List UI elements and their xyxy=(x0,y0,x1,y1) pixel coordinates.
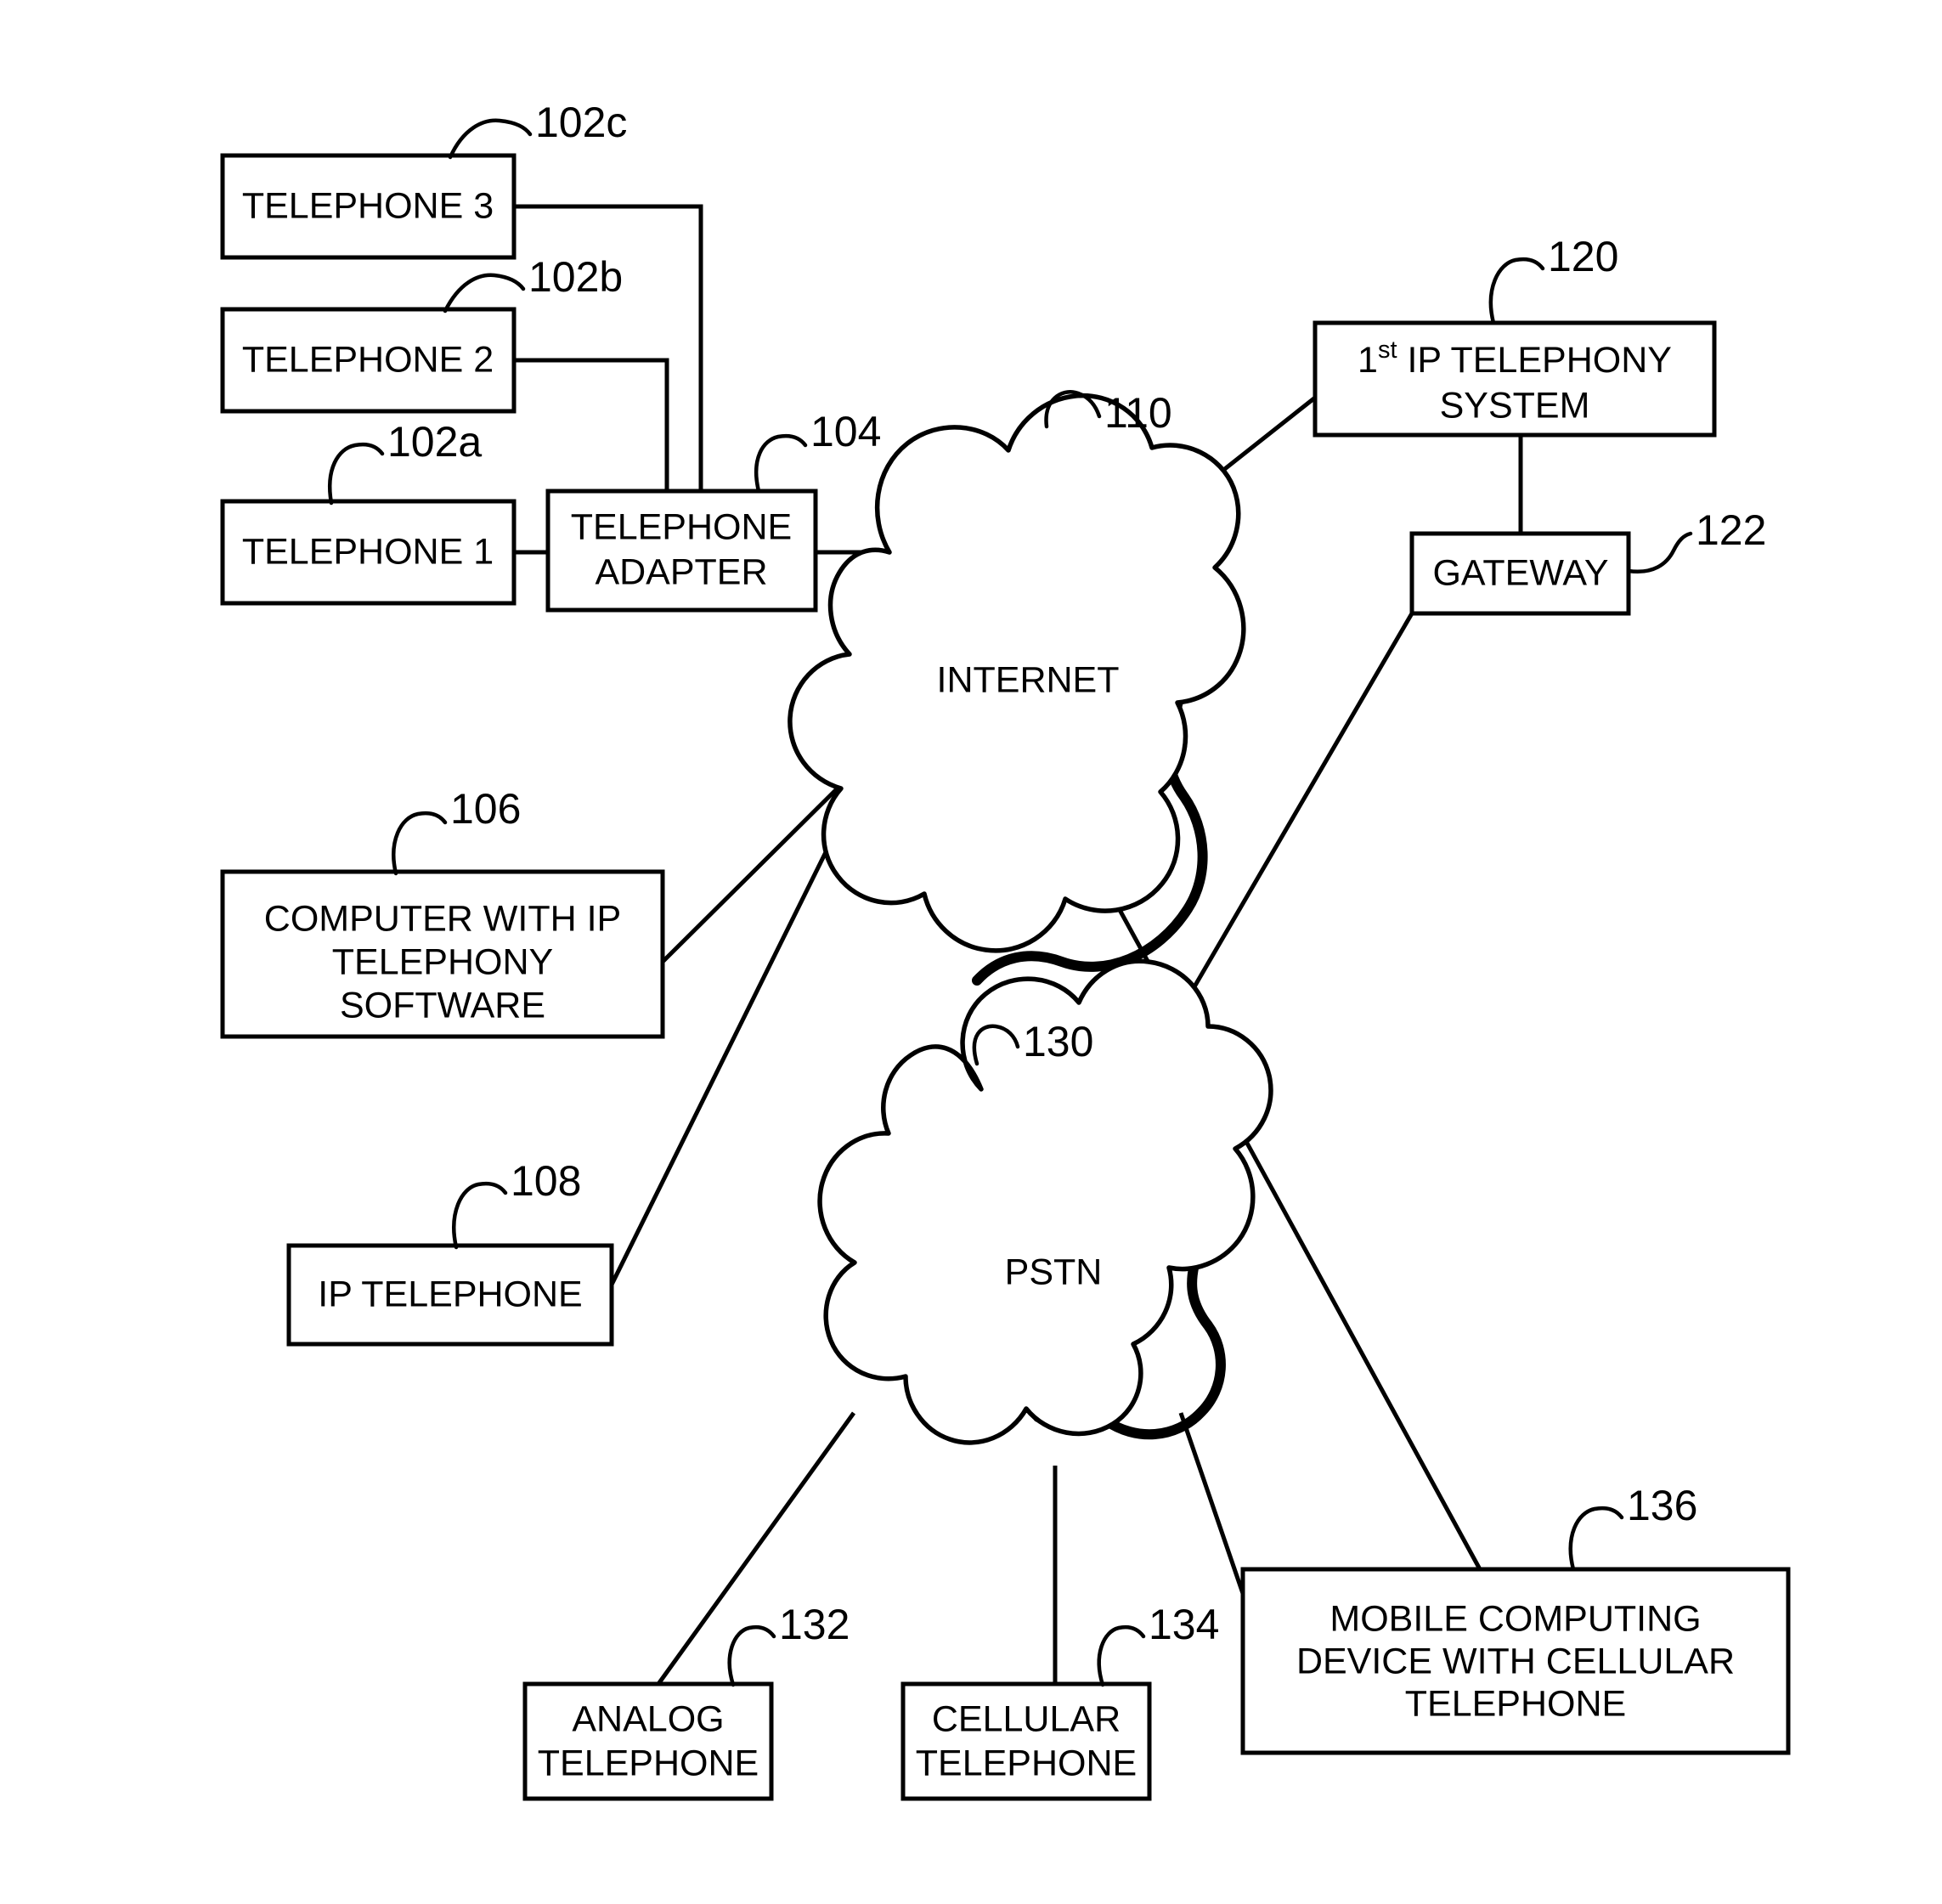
ref-136-label: 136 xyxy=(1627,1482,1697,1529)
ref-102c-leader-line xyxy=(448,118,533,160)
mobile-device-label-line3: TELEPHONE xyxy=(1405,1683,1626,1724)
ref-102a-group: 102a xyxy=(328,418,482,506)
ref-122-leader-line xyxy=(1626,531,1693,574)
ref-102b-leader-line xyxy=(443,273,526,314)
mobile-device-label-line2: DEVICE WITH CELLULAR xyxy=(1296,1641,1735,1681)
ref-108-leader-line xyxy=(452,1181,508,1250)
telephone1-label: TELEPHONE 1 xyxy=(242,531,494,572)
telephone3-label: TELEPHONE 3 xyxy=(242,185,494,226)
node-cellular-telephone[interactable]: CELLULAR TELEPHONE xyxy=(900,1681,1152,1801)
ref-120-leader-line xyxy=(1488,257,1545,325)
figure-canvas: INTERNET 110 PSTN 130 TELEPHONE 3 102c T… xyxy=(0,0,1942,1904)
ref-136-leader-line xyxy=(1568,1506,1624,1572)
internet-cloud: INTERNET xyxy=(788,393,1246,986)
computer-label-line1: COMPUTER WITH IP xyxy=(264,898,621,939)
analog-telephone-label-line1: ANALOG xyxy=(572,1698,724,1739)
link-telephone3-to-adapter xyxy=(514,204,703,491)
ref-110-label: 110 xyxy=(1104,389,1172,437)
ref-102b-group: 102b xyxy=(443,253,623,314)
ref-134-group: 134 xyxy=(1097,1601,1219,1687)
ip-telephony-system-label-rest: IP TELEPHONY xyxy=(1397,340,1672,381)
ref-108-group: 108 xyxy=(452,1157,581,1250)
ref-106-leader-line xyxy=(392,811,448,876)
ref-106-group: 106 xyxy=(392,785,521,876)
node-ip-telephony-system[interactable]: 1st IP TELEPHONY SYSTEM xyxy=(1313,320,1717,438)
ref-134-label: 134 xyxy=(1149,1601,1219,1648)
network-diagram-svg: INTERNET 110 PSTN 130 TELEPHONE 3 102c T… xyxy=(220,99,1791,1801)
mobile-device-label-line1: MOBILE COMPUTING xyxy=(1329,1598,1701,1639)
telephone-adapter-label-line2: ADAPTER xyxy=(595,551,767,592)
node-analog-telephone[interactable]: ANALOG TELEPHONE xyxy=(522,1681,774,1801)
ref-122-label: 122 xyxy=(1696,506,1766,554)
node-gateway[interactable]: GATEWAY xyxy=(1409,531,1631,616)
cellular-telephone-label-line1: CELLULAR xyxy=(932,1698,1121,1739)
ip-telephone-label: IP TELEPHONE xyxy=(318,1274,582,1314)
ref-102c-group: 102c xyxy=(448,99,627,160)
ref-120-label: 120 xyxy=(1548,233,1618,280)
ref-132-label: 132 xyxy=(779,1601,850,1648)
ref-106-label: 106 xyxy=(450,785,521,833)
computer-label-line2: TELEPHONY xyxy=(332,941,553,982)
link-telephone2-to-adapter xyxy=(514,358,669,491)
ref-104-leader-line xyxy=(754,433,808,494)
analog-telephone-label-line2: TELEPHONE xyxy=(538,1743,759,1783)
telephone-adapter-label-line1: TELEPHONE xyxy=(571,506,792,547)
node-computer[interactable]: COMPUTER WITH IP TELEPHONY SOFTWARE xyxy=(220,869,665,1039)
ref-102b-label: 102b xyxy=(528,253,623,301)
ip-telephony-system-label-line2: SYSTEM xyxy=(1440,385,1590,426)
ref-136-group: 136 xyxy=(1568,1482,1697,1572)
ref-132-leader-line xyxy=(727,1624,776,1687)
ref-122-group: 122 xyxy=(1626,506,1766,574)
ref-132-group: 132 xyxy=(727,1601,850,1687)
node-telephone3[interactable]: TELEPHONE 3 xyxy=(220,153,517,260)
ref-102a-leader-line xyxy=(328,442,385,506)
computer-label-line3: SOFTWARE xyxy=(340,985,545,1025)
telephone2-label: TELEPHONE 2 xyxy=(242,339,494,380)
node-telephone1[interactable]: TELEPHONE 1 xyxy=(220,499,517,606)
ref-108-label: 108 xyxy=(511,1157,581,1205)
node-telephone-adapter[interactable]: TELEPHONE ADAPTER xyxy=(545,489,818,613)
node-telephone2[interactable]: TELEPHONE 2 xyxy=(220,307,517,414)
node-ip-telephone[interactable]: IP TELEPHONE xyxy=(286,1243,614,1347)
gateway-label: GATEWAY xyxy=(1432,552,1608,593)
ip-telephony-system-ordinal-digit: 1 xyxy=(1358,340,1378,381)
ref-104-label: 104 xyxy=(810,408,881,455)
ref-102c-label: 102c xyxy=(535,99,627,146)
ip-telephony-system-label-line1: 1st IP TELEPHONY xyxy=(1358,336,1672,381)
internet-label: INTERNET xyxy=(937,659,1120,700)
ref-104-group: 104 xyxy=(754,408,881,494)
pstn-label: PSTN xyxy=(1005,1251,1103,1292)
ip-telephony-system-ordinal-suffix: st xyxy=(1378,336,1397,364)
ref-130-label: 130 xyxy=(1023,1018,1093,1065)
node-mobile-device[interactable]: MOBILE COMPUTING DEVICE WITH CELLULAR TE… xyxy=(1240,1567,1791,1755)
cellular-telephone-label-line2: TELEPHONE xyxy=(916,1743,1137,1783)
ref-102a-label: 102a xyxy=(387,418,482,466)
ref-120-group: 120 xyxy=(1488,233,1618,325)
ref-134-leader-line xyxy=(1097,1624,1146,1687)
